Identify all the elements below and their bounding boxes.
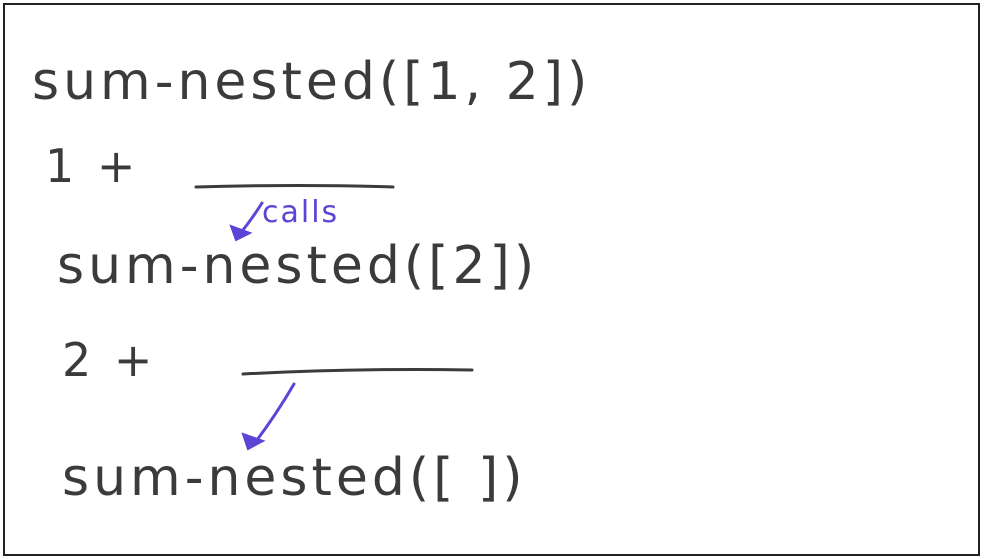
arrow-down-icon <box>241 382 296 451</box>
hand-drawn-marks <box>194 184 474 451</box>
blank-underline-2 <box>241 368 474 376</box>
blank-underline-1 <box>194 184 395 189</box>
arrow-down-icon <box>229 201 264 242</box>
